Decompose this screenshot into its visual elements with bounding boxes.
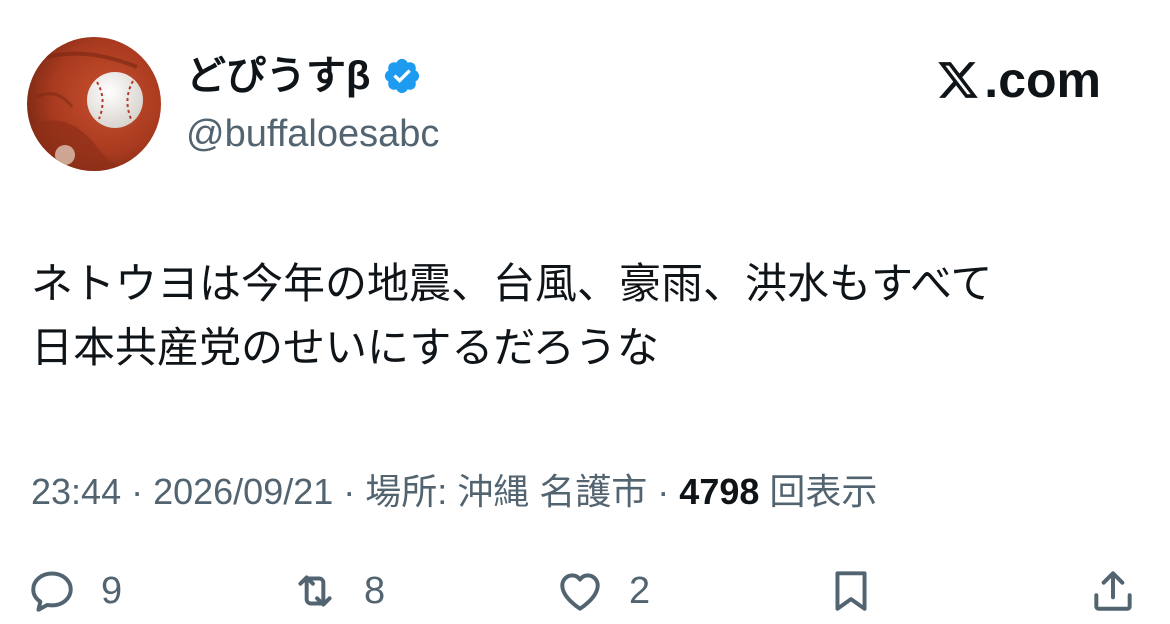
user-handle[interactable]: @buffaloesabc bbox=[186, 112, 439, 156]
action-bar: 9 8 2 bbox=[0, 566, 1170, 622]
meta-separator: · bbox=[333, 471, 366, 512]
repost-button[interactable]: 8 bbox=[290, 566, 385, 616]
x-logo-icon bbox=[938, 62, 979, 98]
views-count: 4798 bbox=[679, 471, 760, 512]
heart-icon bbox=[560, 573, 600, 611]
tweet-text-line: ネトウヨは今年の地震、台風、豪雨、洪水もすべて bbox=[31, 260, 993, 307]
repost-count: 8 bbox=[364, 569, 386, 612]
verified-badge-icon bbox=[385, 58, 420, 94]
meta-separator: · bbox=[121, 471, 154, 512]
x-com-brand: .com bbox=[936, 50, 1101, 110]
avatar[interactable] bbox=[27, 37, 161, 171]
like-count: 2 bbox=[629, 569, 651, 612]
baseball-glove-image bbox=[27, 37, 161, 171]
reply-icon bbox=[31, 571, 73, 612]
reply-count: 9 bbox=[101, 569, 123, 612]
display-name[interactable]: どぴうすβ bbox=[186, 52, 370, 100]
tweet-location[interactable]: 場所: 沖縄 名護市 bbox=[365, 471, 647, 512]
views-label: 回表示 bbox=[769, 471, 878, 512]
tweet-text: ネトウヨは今年の地震、台風、豪雨、洪水もすべて 日本共産党のせいにするだろうな bbox=[31, 252, 1141, 380]
tweet-text-line: 日本共産党のせいにするだろうな bbox=[31, 324, 659, 371]
bookmark-icon bbox=[835, 571, 867, 611]
tweet-date[interactable]: 2026/09/21 bbox=[153, 471, 333, 512]
user-name-row[interactable]: どぴうすβ bbox=[186, 52, 422, 100]
tweet-meta: 23:44 · 2026/09/21 · 場所: 沖縄 名護市 · 4798 回… bbox=[31, 468, 877, 516]
repost-icon bbox=[298, 575, 332, 607]
bookmark-button[interactable] bbox=[826, 566, 876, 616]
like-button[interactable]: 2 bbox=[555, 566, 650, 616]
share-button[interactable] bbox=[1088, 566, 1138, 616]
brand-domain: .com bbox=[984, 52, 1101, 108]
share-icon bbox=[1094, 571, 1132, 611]
reply-button[interactable]: 9 bbox=[27, 566, 122, 616]
meta-separator: · bbox=[647, 471, 680, 512]
tweet-time[interactable]: 23:44 bbox=[31, 471, 121, 512]
